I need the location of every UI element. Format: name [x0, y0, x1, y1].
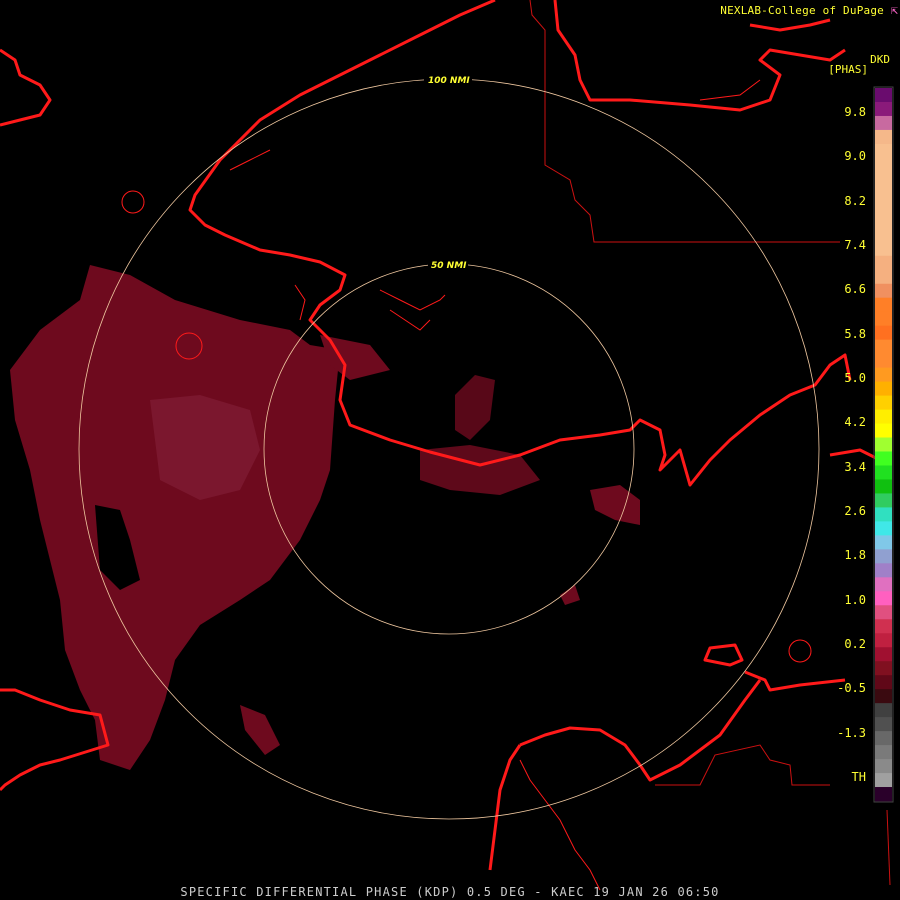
scale-label: 0.2: [844, 637, 866, 651]
scale-swatch: [875, 101, 892, 117]
scale-label: -1.3: [837, 726, 866, 740]
scale-swatch: [875, 787, 892, 802]
scale-label: 5.0: [844, 371, 866, 385]
scale-label: 8.2: [844, 194, 866, 208]
scale-swatch: [875, 395, 892, 410]
scale-swatch: [875, 675, 892, 690]
footer-caption: SPECIFIC DIFFERENTIAL PHASE (KDP) 0.5 DE…: [180, 885, 720, 899]
scale-swatch: [875, 339, 892, 355]
scale-label: TH: [851, 770, 866, 784]
scale-swatch: [875, 157, 892, 173]
scale-swatch: [875, 549, 892, 564]
scale-swatch: [875, 353, 892, 369]
scale-label: 4.2: [844, 415, 866, 429]
scale-swatch: [875, 129, 892, 145]
scale-swatch: [875, 185, 892, 201]
scale-swatch: [875, 115, 892, 131]
scale-swatch: [875, 171, 892, 187]
range-ring-50-label: 50 NMI: [431, 261, 467, 271]
scale-swatch: [875, 521, 892, 536]
scale-swatch: [875, 689, 892, 704]
scale-swatch: [875, 423, 892, 438]
scale-swatch: [875, 633, 892, 648]
scale-swatch: [875, 297, 892, 313]
scale-label: 1.8: [844, 548, 866, 562]
color-scale-bar: [875, 88, 892, 802]
scale-swatch: [875, 563, 892, 578]
scale-swatch: [875, 647, 892, 662]
scale-swatch: [875, 731, 892, 746]
scale-label: 7.4: [844, 238, 866, 252]
scale-swatch: [875, 311, 892, 327]
scale-swatch: [875, 577, 892, 592]
scale-swatch: [875, 255, 892, 271]
scale-swatch: [875, 269, 892, 285]
scale-swatch: [875, 409, 892, 424]
scale-swatch: [875, 773, 892, 788]
product-code: DKD: [870, 53, 890, 66]
scale-swatch: [875, 227, 892, 243]
scale-swatch: [875, 745, 892, 760]
scale-swatch: [875, 143, 892, 159]
unit-label: [PHAS]: [828, 63, 868, 76]
scale-swatch: [875, 591, 892, 606]
scale-swatch: [875, 241, 892, 257]
scale-label: 5.8: [844, 327, 866, 341]
scale-swatch: [875, 88, 892, 103]
scale-swatch: [875, 479, 892, 494]
scale-label: 2.6: [844, 504, 866, 518]
scale-swatch: [875, 493, 892, 508]
scale-label: 9.8: [844, 105, 866, 119]
scale-swatch: [875, 535, 892, 550]
scale-swatch: [875, 605, 892, 620]
scale-swatch: [875, 199, 892, 215]
scale-swatch: [875, 661, 892, 676]
scale-swatch: [875, 703, 892, 718]
scale-swatch: [875, 367, 892, 382]
scale-label: -0.5: [837, 681, 866, 695]
scale-label: 9.0: [844, 149, 866, 163]
scale-label: 1.0: [844, 593, 866, 607]
scale-swatch: [875, 717, 892, 732]
scale-swatch: [875, 213, 892, 229]
credit-text: NEXLAB-College of DuPage: [720, 4, 884, 17]
radar-map: 50 NMI 100 NMI: [0, 0, 900, 900]
scale-swatch: [875, 381, 892, 396]
scale-swatch: [875, 451, 892, 466]
range-ring-100-label: 100 NMI: [428, 76, 470, 86]
scale-label: 3.4: [844, 460, 866, 474]
scale-label: 6.6: [844, 282, 866, 296]
scale-swatch: [875, 507, 892, 522]
corner-arrow-icon: ⇱: [890, 3, 898, 17]
scale-swatch: [875, 465, 892, 480]
scale-swatch: [875, 437, 892, 452]
scale-swatch: [875, 619, 892, 634]
scale-swatch: [875, 325, 892, 341]
scale-swatch: [875, 759, 892, 774]
scale-swatch: [875, 283, 892, 299]
